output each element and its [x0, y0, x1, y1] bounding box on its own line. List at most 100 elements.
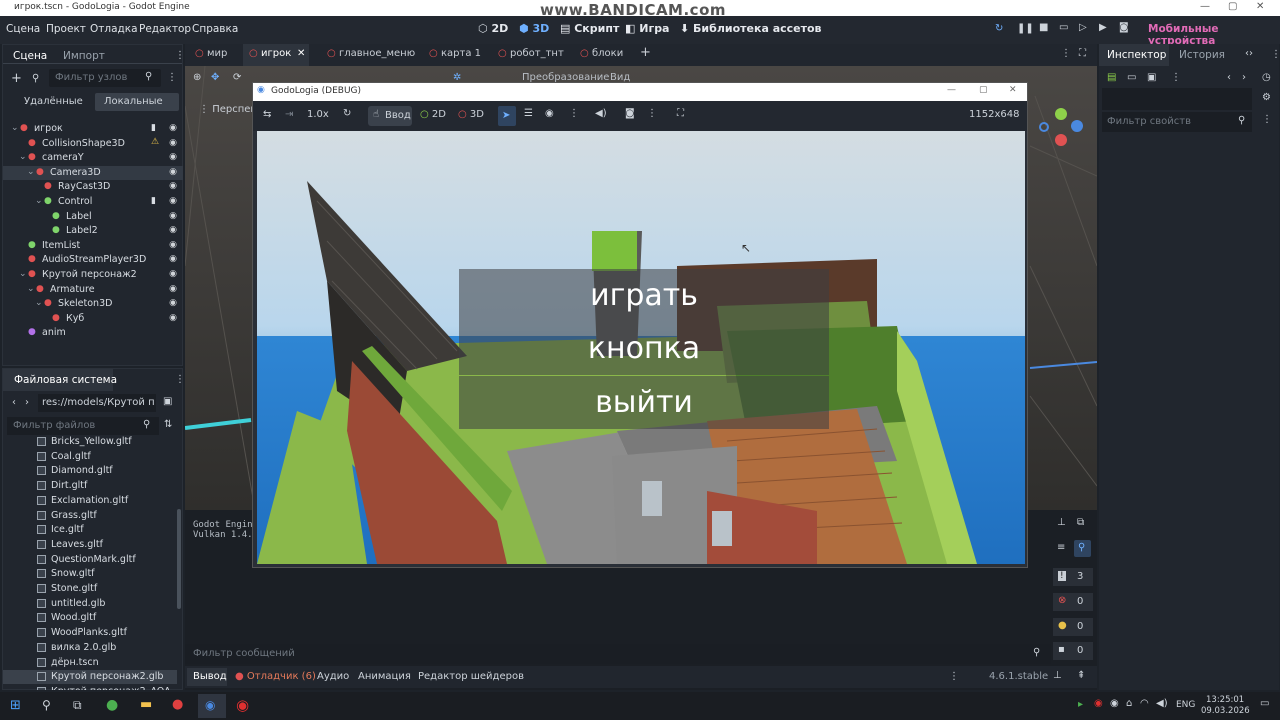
mode-2d-toggle[interactable]: ○ 2D: [420, 109, 446, 120]
copy-icon[interactable]: ⧉: [1077, 517, 1084, 528]
tray-app-icon[interactable]: ▸: [1078, 699, 1083, 710]
file-item[interactable]: untitled.glb: [3, 597, 177, 611]
close-icon[interactable]: ✕: [1009, 85, 1017, 95]
mode-2d-button[interactable]: ⬡ 2D: [478, 22, 508, 35]
filter-options-icon[interactable]: ⋮: [167, 72, 177, 83]
fullscreen-icon[interactable]: ⛶: [677, 108, 684, 119]
pause-icon[interactable]: ❚❚: [1017, 23, 1034, 34]
maximize-icon[interactable]: ▢: [979, 85, 988, 95]
history-icon[interactable]: ◷: [1262, 72, 1271, 83]
tree-node[interactable]: ⌄ ● Control ▮ ◉: [3, 195, 183, 209]
visibility-icon[interactable]: ◉: [169, 181, 177, 191]
visibility-icon[interactable]: ◉: [545, 108, 554, 119]
rotate-tool-icon[interactable]: ⟳: [233, 72, 241, 83]
tab-audio[interactable]: Аудио: [317, 671, 349, 682]
speed-select[interactable]: 1.0x: [307, 109, 329, 120]
visibility-icon[interactable]: ◉: [169, 196, 177, 206]
orientation-gizmo[interactable]: [1035, 106, 1085, 156]
message-count-filter[interactable]: ▪ 0: [1053, 642, 1093, 660]
log-count-filter[interactable]: ! 3: [1053, 568, 1093, 586]
node-filter-input[interactable]: Фильтр узлов ⚲: [49, 69, 161, 87]
path-field[interactable]: res://models/Крутой пер: [38, 394, 156, 412]
file-item[interactable]: Крутой персонаж2_AOA: [3, 685, 177, 690]
reload-icon[interactable]: ↻: [995, 23, 1003, 34]
forward-icon[interactable]: ›: [25, 397, 29, 408]
prev-icon[interactable]: ‹: [1227, 72, 1231, 83]
scene-tab[interactable]: ○ игрок ✕: [243, 44, 309, 66]
tree-node[interactable]: ⌄ ● Camera3D ◉: [3, 165, 183, 180]
yandex-browser-icon[interactable]: ●: [172, 697, 183, 712]
reset-speed-icon[interactable]: ↻: [343, 108, 351, 119]
tree-node[interactable]: ● Label2 ◉: [3, 224, 183, 238]
file-item[interactable]: Coal.gltf: [3, 450, 177, 464]
visibility-icon[interactable]: ◉: [169, 138, 177, 148]
tabs-menu-icon[interactable]: ⋮: [1061, 48, 1071, 59]
mode-3d-toggle[interactable]: ○ 3D: [458, 109, 484, 120]
maximize-icon[interactable]: ▢: [1228, 1, 1237, 12]
visibility-icon[interactable]: ◉: [169, 240, 177, 250]
app-green-icon[interactable]: ●: [106, 697, 118, 713]
file-item[interactable]: Ice.gltf: [3, 523, 177, 537]
dock-menu-icon[interactable]: ⋮: [175, 50, 185, 61]
error-count-filter[interactable]: ⊗ 0: [1053, 593, 1093, 611]
remote-debug-icon[interactable]: ▭: [1059, 22, 1068, 33]
language-indicator[interactable]: ENG: [1176, 700, 1195, 710]
next-icon[interactable]: ›: [1242, 72, 1246, 83]
file-item[interactable]: Wood.gltf: [3, 611, 177, 625]
mode-script-button[interactable]: ▤ Скрипт: [560, 22, 619, 35]
tray-gamepad-icon[interactable]: ◉: [1110, 698, 1119, 709]
file-item[interactable]: WoodPlanks.gltf: [3, 626, 177, 640]
movie-maker-icon[interactable]: ◙: [1119, 22, 1129, 33]
tree-node[interactable]: ⌄ ● Armature ◉: [3, 283, 183, 297]
record-icon[interactable]: ◉: [236, 696, 249, 714]
tab-output[interactable]: Вывод: [193, 671, 227, 682]
file-item[interactable]: Leaves.gltf: [3, 538, 177, 552]
dock-arrows-icon[interactable]: ‹›: [1245, 48, 1253, 59]
file-item[interactable]: Крутой персонаж2.glb: [3, 670, 177, 685]
expand-arrow-icon[interactable]: ⌄: [11, 123, 19, 133]
input-mode-button[interactable]: ☝ Ввод: [368, 106, 412, 126]
mode-3d-button[interactable]: ⬢ 3D: [519, 22, 549, 35]
asset-library-button[interactable]: ⬇ Библиотека ассетов: [680, 22, 822, 35]
file-item[interactable]: вилка 2.0.glb: [3, 641, 177, 655]
more-icon[interactable]: ⋮: [1171, 72, 1181, 83]
expand-arrow-icon[interactable]: ⌄: [27, 284, 35, 294]
open-folder-icon[interactable]: ▭: [1127, 72, 1136, 83]
windows-start-icon[interactable]: ⊞: [10, 698, 21, 713]
tree-node[interactable]: ⌄ ● cameraY ◉: [3, 151, 183, 165]
visibility-icon[interactable]: ◉: [169, 152, 177, 162]
tree-node[interactable]: ⌄ ● Skeleton3D ◉: [3, 297, 183, 311]
warning-icon[interactable]: ⚠: [151, 137, 159, 147]
file-item[interactable]: Dirt.gltf: [3, 479, 177, 493]
more-icon[interactable]: ⋮: [647, 108, 657, 119]
tree-node[interactable]: ● AudioStreamPlayer3D ◉: [3, 253, 183, 267]
tools-icon[interactable]: ⚙: [1262, 92, 1271, 103]
tree-node[interactable]: ● RayCast3D ◉: [3, 180, 183, 194]
close-icon[interactable]: ✕: [1256, 1, 1264, 12]
menu-debug[interactable]: Отладка: [90, 23, 138, 35]
more-icon[interactable]: ⋮: [569, 108, 579, 119]
minimize-icon[interactable]: —: [1200, 1, 1210, 12]
property-filter-input[interactable]: Фильтр свойств ⚲: [1102, 112, 1252, 132]
tray-wifi-icon[interactable]: ◠: [1140, 698, 1149, 709]
visibility-icon[interactable]: ◉: [169, 254, 177, 264]
visibility-icon[interactable]: ◉: [169, 313, 177, 323]
dock-menu-icon[interactable]: ⋮: [1271, 49, 1280, 60]
stop-icon[interactable]: ■: [1039, 22, 1048, 33]
file-item[interactable]: Bricks_Yellow.gltf: [3, 435, 177, 449]
tab-import[interactable]: Импорт: [63, 50, 105, 62]
visibility-icon[interactable]: ◉: [169, 211, 177, 221]
filter-options-icon[interactable]: ⋮: [1262, 114, 1272, 125]
file-item[interactable]: Grass.gltf: [3, 509, 177, 523]
fs-scrollbar[interactable]: [177, 509, 181, 609]
generic-button[interactable]: кнопка: [459, 322, 829, 375]
file-item[interactable]: Snow.gltf: [3, 567, 177, 581]
visibility-icon[interactable]: ◉: [169, 269, 177, 279]
tab-animation[interactable]: Анимация: [358, 671, 411, 682]
minimize-icon[interactable]: —: [947, 85, 956, 95]
search-icon[interactable]: ⚲: [42, 698, 51, 712]
back-icon[interactable]: ‹: [12, 397, 16, 408]
audio-mute-icon[interactable]: ◀): [595, 108, 607, 119]
menu-help[interactable]: Справка: [192, 23, 238, 35]
menu-editor[interactable]: Редактор: [139, 23, 191, 35]
